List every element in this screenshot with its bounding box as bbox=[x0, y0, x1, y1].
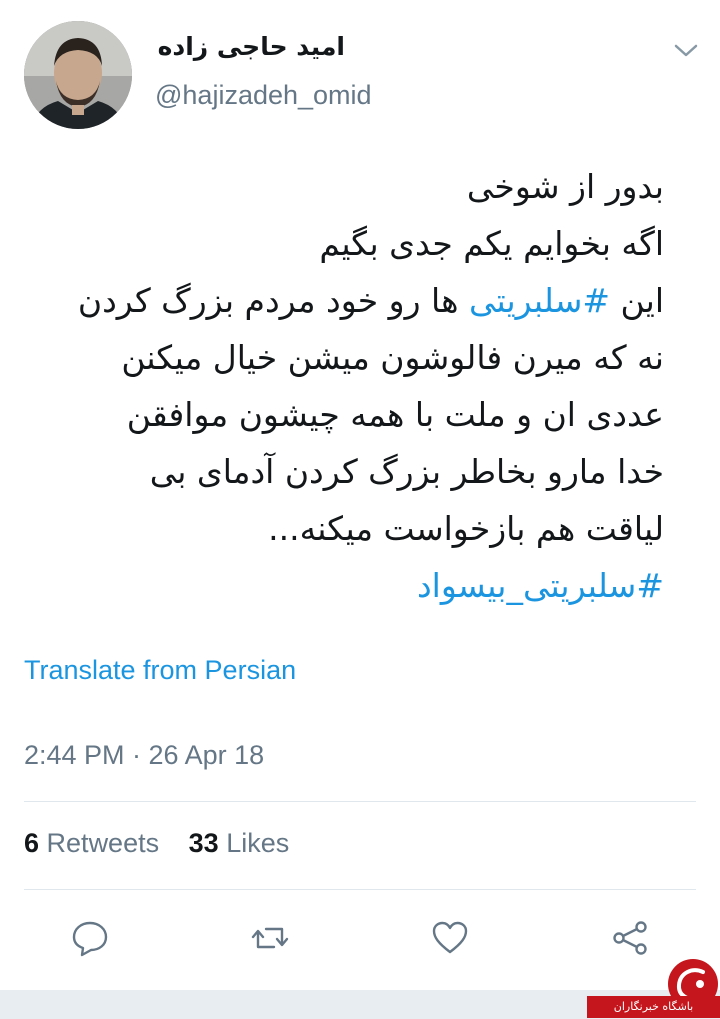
likes-label: Likes bbox=[226, 828, 290, 858]
retweets-count: 6 bbox=[24, 828, 40, 858]
tweet-line: خدا مارو بخاطر بزرگ کردن آدمای بی bbox=[149, 452, 664, 491]
tweet-card: امید حاجی زاده @hajizadeh_omid بدور از ش… bbox=[0, 0, 720, 990]
tweet-line: نه که میرن فالوشون میشن خیال میکنن bbox=[121, 338, 664, 377]
tweet-line-segment: این bbox=[610, 281, 664, 320]
tweet-line: #سلبریتی_بیسواد bbox=[24, 557, 664, 614]
tweet-text: بدور از شوخی اگه بخوایم یکم جدی بگیم این… bbox=[24, 158, 664, 614]
tweet-line-segment: ها رو خود مردم بزرگ کردن bbox=[77, 281, 469, 320]
hashtag-link[interactable]: #سلبریتی bbox=[469, 281, 610, 320]
tweet-line: عددی ان و ملت با همه چیشون موافقن bbox=[126, 395, 664, 434]
retweets-stat[interactable]: 6 Retweets bbox=[24, 828, 159, 859]
display-name[interactable]: امید حاجی زاده bbox=[155, 32, 345, 61]
retweet-icon[interactable] bbox=[250, 918, 290, 958]
tweet-timestamp[interactable]: 2:44 PM · 26 Apr 18 bbox=[24, 740, 264, 771]
share-icon[interactable] bbox=[610, 918, 650, 958]
divider bbox=[24, 889, 696, 890]
chevron-down-icon[interactable] bbox=[672, 38, 700, 62]
like-icon[interactable] bbox=[430, 918, 470, 958]
retweets-label: Retweets bbox=[46, 828, 160, 858]
divider bbox=[24, 801, 696, 802]
reply-icon[interactable] bbox=[70, 918, 110, 958]
hashtag-link[interactable]: #سلبریتی_بیسواد bbox=[417, 566, 664, 605]
watermark-text: باشگاه خبرنگاران bbox=[587, 996, 720, 1018]
avatar-photo bbox=[24, 21, 132, 129]
likes-stat[interactable]: 33 Likes bbox=[189, 828, 290, 859]
tweet-line: این #سلبریتی ها رو خود مردم بزرگ کردن bbox=[24, 272, 664, 329]
translate-link[interactable]: Translate from Persian bbox=[24, 655, 296, 686]
tweet-line: بدور از شوخی bbox=[466, 167, 664, 206]
tweet-line: لیاقت هم بازخواست میکنه... bbox=[268, 509, 664, 548]
likes-count: 33 bbox=[188, 828, 219, 858]
user-handle[interactable]: @hajizadeh_omid bbox=[155, 80, 372, 111]
tweet-line: اگه بخوایم یکم جدی بگیم bbox=[319, 224, 664, 263]
engagement-stats: 6 Retweets 33 Likes bbox=[24, 828, 289, 859]
avatar[interactable] bbox=[24, 21, 132, 129]
watermark-badge: باشگاه خبرنگاران bbox=[587, 958, 720, 1019]
